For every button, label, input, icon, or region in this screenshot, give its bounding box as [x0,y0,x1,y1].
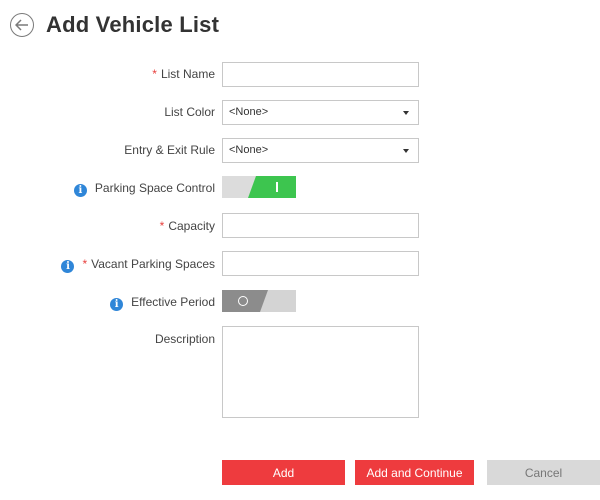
arrow-left-icon [15,19,28,31]
capacity-label: * Capacity [159,219,215,233]
parking-space-control-label: i Parking Space Control [73,180,215,197]
parking-space-control-toggle[interactable] [222,176,296,198]
required-asterisk: * [152,67,157,81]
entry-exit-rule-value: <None> [229,144,269,156]
list-color-value: <None> [229,106,269,118]
add-and-continue-button[interactable]: Add and Continue [355,460,474,485]
info-icon[interactable]: i [110,298,124,311]
vacant-parking-spaces-label: i * Vacant Parking Spaces [61,256,215,273]
effective-period-label: i Effective Period [110,294,215,311]
vacant-parking-spaces-input[interactable] [222,251,419,276]
required-asterisk: * [159,219,165,233]
toggle-knob [222,290,268,312]
list-name-label: * List Name [152,67,215,81]
effective-period-toggle[interactable] [222,290,296,312]
list-color-label: List Color [164,105,215,119]
add-vehicle-list-page: Add Vehicle List * List Name List Color <… [0,0,600,500]
list-name-input[interactable] [222,62,419,87]
info-icon[interactable]: i [61,260,75,273]
required-asterisk: * [82,257,88,271]
page-title: Add Vehicle List [46,12,220,37]
toggle-knob [248,176,296,198]
list-color-select[interactable]: <None> [222,100,419,125]
capacity-input[interactable] [222,213,419,238]
back-arrow-icon[interactable] [10,13,34,37]
dropdown-caret-icon [403,111,409,115]
add-button[interactable]: Add [222,460,345,485]
description-label: Description [154,332,215,346]
info-icon[interactable]: i [73,184,87,197]
cancel-button[interactable]: Cancel [487,460,600,485]
header: Add Vehicle List [10,12,219,38]
description-textarea[interactable] [222,326,419,418]
dropdown-caret-icon [403,149,409,153]
entry-exit-rule-label: Entry & Exit Rule [124,143,215,157]
entry-exit-rule-select[interactable]: <None> [222,138,419,163]
